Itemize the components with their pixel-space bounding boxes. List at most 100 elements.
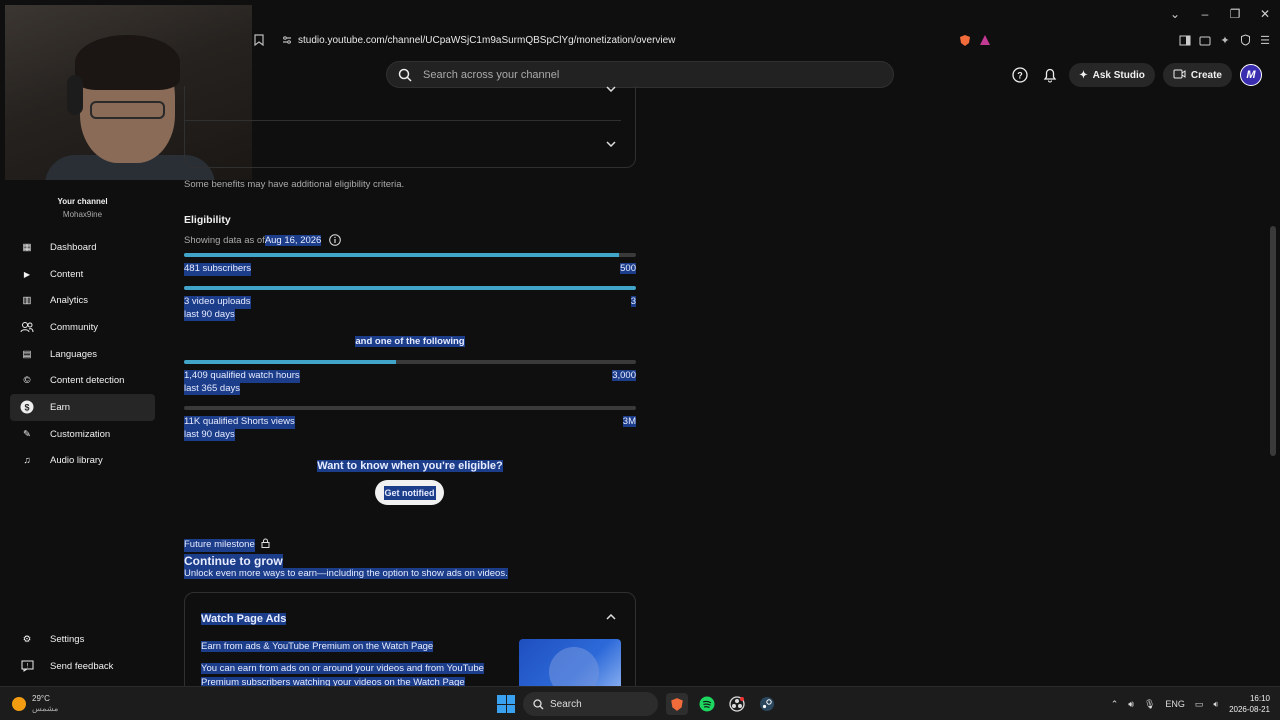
network-icon[interactable]: ▭ <box>1195 699 1204 710</box>
browser-menu-icon[interactable]: ☰ <box>1258 33 1272 47</box>
sidebar-item-analytics[interactable]: ▥ Analytics <box>10 287 155 314</box>
benefits-card <box>184 86 636 168</box>
ask-studio-button[interactable]: ✦ Ask Studio <box>1069 63 1155 87</box>
search-icon <box>533 698 544 709</box>
language-indicator[interactable]: ENG <box>1165 699 1185 709</box>
sidebar-item-label: Customization <box>50 428 111 440</box>
clock-date: 2026-08-21 <box>1229 705 1270 714</box>
sidebar-item-dashboard[interactable]: ▦ Dashboard <box>10 234 155 261</box>
sidebar-item-community[interactable]: Community <box>10 314 155 341</box>
ask-studio-label: Ask Studio <box>1092 69 1145 81</box>
window-controls: ⌄ – ❐ ✕ <box>1160 0 1280 28</box>
info-icon[interactable] <box>329 234 342 246</box>
sidebar-item-earn[interactable]: $ Earn <box>10 394 155 421</box>
community-icon <box>20 320 34 334</box>
clock[interactable]: 16:10 2026-08-21 <box>1229 693 1270 715</box>
weather-condition: مشمس <box>32 704 59 713</box>
card-divider <box>185 120 621 121</box>
watch-page-ads-title-row[interactable]: Watch Page Ads <box>201 609 287 627</box>
sidebar-item-content[interactable]: ▶ Content <box>10 261 155 288</box>
continue-to-grow-text: Continue to grow <box>184 554 283 568</box>
uploads-target: 3 <box>630 296 636 307</box>
notifications-icon[interactable] <box>1039 64 1061 86</box>
search-placeholder: Search across your channel <box>423 68 560 81</box>
earn-icon: $ <box>20 400 34 414</box>
create-button[interactable]: Create <box>1162 63 1232 87</box>
webcam-headphone <box>67 75 83 115</box>
maximize-button[interactable]: ❐ <box>1220 0 1250 28</box>
spotify-icon[interactable] <box>696 693 718 715</box>
address-bar[interactable]: studio.youtube.com/channel/UCpaWSjC1m9aS… <box>252 28 1280 52</box>
site-info-icon[interactable] <box>280 33 294 47</box>
uploads-label: 3 video uploads <box>184 296 251 309</box>
brave-rewards-icon[interactable] <box>978 33 992 47</box>
obs-icon[interactable] <box>726 693 748 715</box>
minimize-button[interactable]: – <box>1190 0 1220 28</box>
bookmark-icon[interactable] <box>252 33 266 47</box>
sidebar-item-customization[interactable]: ✎ Customization <box>10 421 155 448</box>
want-to-know-heading: Want to know when you're eligible? <box>317 460 503 472</box>
search-input[interactable]: Search across your channel <box>386 61 894 88</box>
wallet-icon[interactable] <box>1198 33 1212 47</box>
future-milestone-label: Future milestone <box>184 539 255 552</box>
windows-start-icon[interactable] <box>497 695 515 713</box>
vpn-shield-icon[interactable] <box>1238 33 1252 47</box>
eligibility-title: Eligibility <box>184 214 231 226</box>
settings-icon: ⚙ <box>22 633 32 645</box>
chevron-down-icon[interactable] <box>605 138 617 150</box>
sidebar-item-settings[interactable]: ⚙ Settings <box>10 626 155 653</box>
watch-hours-period: last 365 days <box>184 382 240 395</box>
showing-data-prefix: Showing data as of <box>184 234 265 246</box>
sidebar-item-label: Languages <box>50 348 98 360</box>
watch-hours-target: 3,000 <box>612 370 636 381</box>
sun-icon <box>12 697 26 711</box>
help-icon[interactable]: ? <box>1009 64 1031 86</box>
sidebar-toggle-icon[interactable] <box>1178 33 1192 47</box>
sidebar-item-content-detection[interactable]: © Content detection <box>10 367 155 394</box>
weather-widget[interactable]: 29°C مشمس <box>12 694 58 714</box>
ads-illustration <box>519 639 621 691</box>
watch-hours-label: 1,409 qualified watch hours <box>184 370 300 383</box>
shorts-views-label: 11K qualified Shorts views <box>184 416 295 429</box>
account-avatar[interactable]: M <box>1240 64 1262 86</box>
sidebar-bottom: ⚙ Settings ! Send feedback <box>10 626 155 679</box>
watch-hours-progress-bar <box>184 360 636 364</box>
subscribers-label: 481 subscribers <box>184 263 252 276</box>
webcam-hair <box>75 35 180 90</box>
tray-overflow-icon[interactable]: ⌃ <box>1111 699 1119 710</box>
leo-ai-icon[interactable]: ✦ <box>1218 33 1232 47</box>
watch-hours-progress-fill <box>184 360 397 364</box>
future-milestone-row: Future milestone <box>184 538 270 553</box>
taskbar-search[interactable]: Search <box>523 692 658 716</box>
earn-dollar-glyph: $ <box>24 403 29 413</box>
page-scrollbar[interactable] <box>1270 226 1276 456</box>
sidebar-item-label: Settings <box>50 633 85 645</box>
microphone-icon[interactable]: 🎙︎ <box>1144 699 1155 710</box>
one-of-following: and one of the following <box>355 336 465 347</box>
feedback-icon: ! <box>20 659 34 673</box>
sidebar-item-languages[interactable]: ▤ Languages <box>10 341 155 368</box>
ads-desc-line1: You can earn from ads on or around your … <box>201 663 484 674</box>
brave-browser-icon[interactable] <box>666 693 688 715</box>
speaker-icon[interactable]: 🔉︎ <box>1213 699 1219 710</box>
sidebar-item-audio-library[interactable]: ♫ Audio library <box>10 448 155 475</box>
svg-text:?: ? <box>1017 71 1023 81</box>
chevron-up-icon[interactable] <box>605 611 617 623</box>
audio-library-icon: ♫ <box>23 455 31 467</box>
copyright-icon: © <box>23 375 31 387</box>
weather-text: 29°C مشمس <box>32 694 58 714</box>
brave-shield-icon[interactable] <box>958 33 972 47</box>
your-channel-label: Your channel <box>57 197 108 206</box>
volume-mixer-icon[interactable]: 🔊︎ <box>1128 699 1134 710</box>
sidebar-item-send-feedback[interactable]: ! Send feedback <box>10 653 155 680</box>
close-window-button[interactable]: ✕ <box>1250 0 1280 28</box>
get-notified-button[interactable]: Get notified <box>375 480 444 505</box>
steam-icon[interactable] <box>756 693 778 715</box>
system-tray: ⌃ 🔊︎ 🎙︎ ENG ▭ 🔉︎ 16:10 2026-08-21 <box>1111 692 1270 716</box>
url-text[interactable]: studio.youtube.com/channel/UCpaWSjC1m9aS… <box>298 35 675 46</box>
tab-list-button[interactable]: ⌄ <box>1160 0 1190 28</box>
watch-page-ads-title: Watch Page Ads <box>201 613 287 625</box>
chevron-down-icon[interactable] <box>605 83 617 95</box>
dashboard-icon: ▦ <box>22 241 32 253</box>
temperature: 29°C <box>32 694 50 703</box>
